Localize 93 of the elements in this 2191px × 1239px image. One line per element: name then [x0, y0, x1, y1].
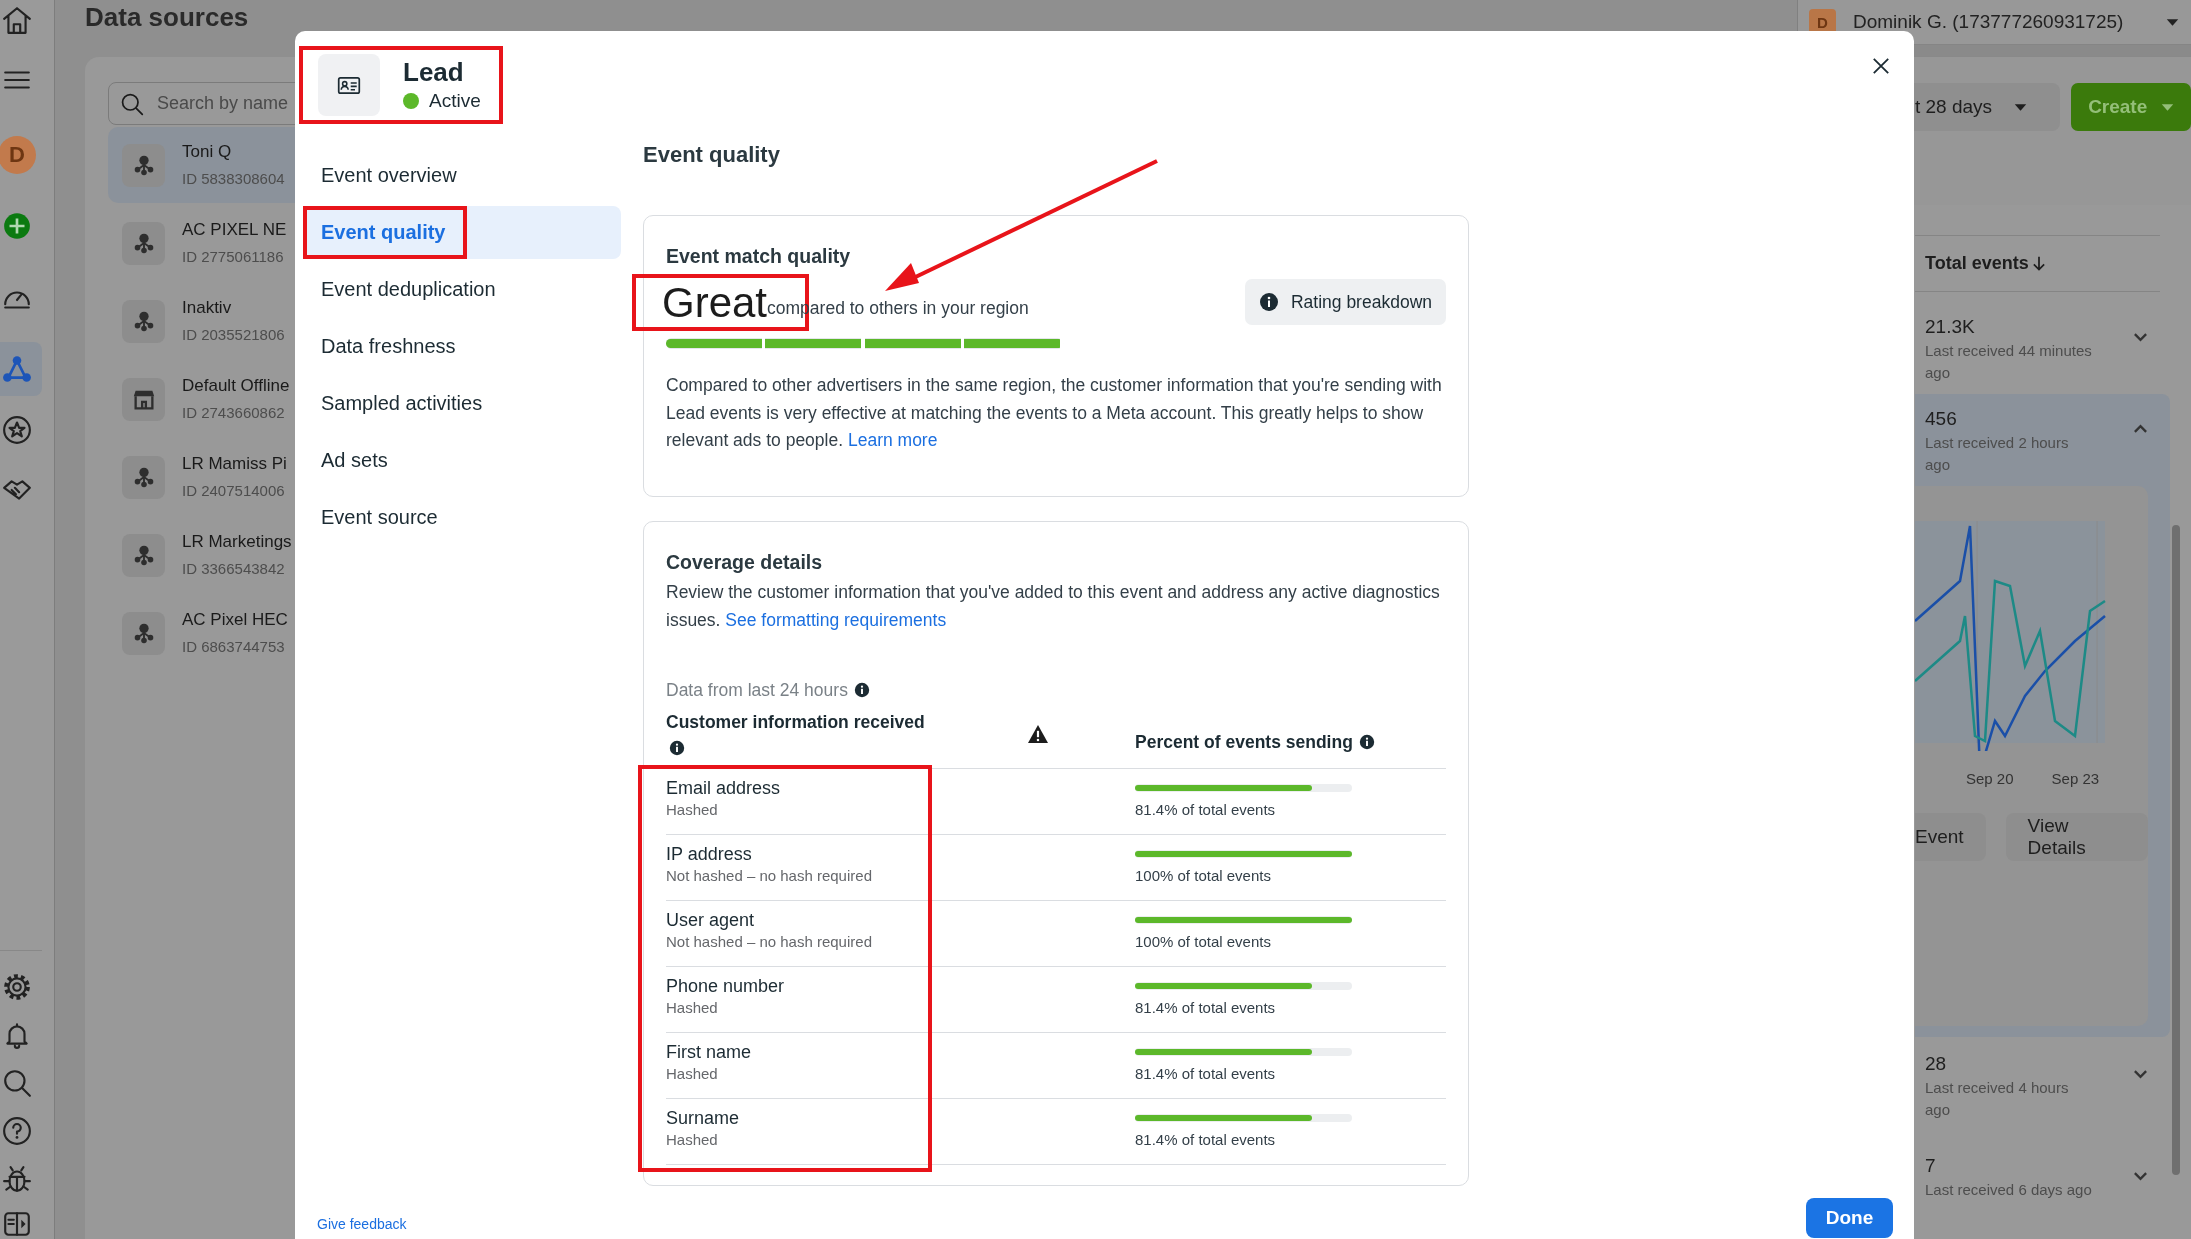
percent-reading: 81.4% of total events	[1135, 1063, 1277, 1084]
chevron-down-icon[interactable]	[2133, 332, 2148, 342]
hashing-status: Hashed	[666, 1063, 719, 1084]
bug-icon[interactable]	[2, 1164, 32, 1194]
help-icon[interactable]	[2, 1116, 32, 1146]
chevron-up-icon[interactable]	[2133, 424, 2148, 434]
done-button[interactable]: Done	[1806, 1197, 1893, 1238]
event-count: 7	[1925, 1154, 1937, 1178]
field-name: User agent	[666, 908, 756, 932]
caret-icon[interactable]	[2166, 17, 2179, 27]
account-name[interactable]: Dominik G. (173777260931725)	[1853, 11, 2124, 33]
field-name: Email address	[666, 776, 782, 800]
section-title: Event quality	[643, 141, 781, 169]
hashing-status: Hashed	[666, 799, 719, 820]
nav-item[interactable]: Sampled activities	[303, 377, 621, 430]
event-title: Lead	[403, 56, 465, 88]
info-icon[interactable]	[1358, 733, 1375, 750]
sort-arrow-icon[interactable]	[2032, 255, 2045, 272]
percent-reading: 81.4% of total events	[1135, 1129, 1277, 1150]
add-icon[interactable]	[2, 211, 32, 241]
last-received: Last received 6 days ago	[1925, 1180, 2093, 1200]
nav-item[interactable]: Event quality	[303, 206, 621, 259]
card-heading: Event match quality	[666, 244, 852, 269]
source-id: ID 3366543842	[182, 559, 286, 579]
percent-reading: 81.4% of total events	[1135, 799, 1277, 820]
hashing-status: Not hashed – no hash required	[666, 865, 873, 886]
last-received: Last received 44 minutes ago	[1925, 341, 2093, 383]
description: Compared to other advertisers in the same region, the customer information that you're sending with Lead events is very effective at matching the events to a Meta account. This greatly helps to show relevant ads to people. Learn more	[666, 374, 1443, 452]
source-name: LR Mamiss Pi	[182, 453, 287, 475]
chevron-down-icon[interactable]	[2133, 1069, 2148, 1079]
source-name: Toni Q	[182, 141, 233, 163]
search-icon	[120, 92, 144, 116]
last-received: Last received 4 hours ago	[1925, 1078, 2070, 1120]
formatting-requirements-link[interactable]: See formatting requirements	[725, 609, 947, 630]
search-icon[interactable]	[2, 1068, 32, 1098]
caret-icon	[2014, 102, 2028, 112]
sidebar-icon[interactable]	[2, 1209, 32, 1239]
column-header: Percent of events sending	[1135, 730, 1353, 754]
event-count: 456	[1925, 407, 1958, 431]
event-count: 21.3K	[1925, 315, 1976, 339]
close-icon[interactable]	[1872, 57, 1890, 75]
card-button[interactable]: View Details	[2005, 813, 2148, 861]
status-label: Active	[429, 89, 481, 113]
card-heading: Coverage details	[666, 549, 824, 575]
feedback-link[interactable]: Give feedback	[317, 1215, 407, 1232]
caret-icon	[2161, 102, 2175, 112]
percent-reading: 81.4% of total events	[1135, 997, 1277, 1018]
axis-label: Sep 20	[1966, 769, 2014, 789]
column-header: Customer information received	[666, 710, 926, 734]
settings-icon[interactable]	[2, 972, 32, 1002]
percent-reading: 100% of total events	[1135, 931, 1272, 952]
last-received: Last received 2 hours ago	[1925, 433, 2070, 475]
id-card-icon	[337, 75, 361, 95]
info-icon	[1258, 292, 1279, 312]
field-name: First name	[666, 1040, 753, 1064]
event-count: 28	[1925, 1052, 1948, 1076]
hashing-status: Hashed	[666, 1129, 719, 1150]
info-icon[interactable]	[669, 739, 685, 756]
page-title: Data sources	[85, 1, 250, 34]
scrollbar-thumb[interactable]	[2172, 525, 2180, 1175]
nav-item[interactable]: Event source	[303, 491, 621, 544]
warning-icon	[1027, 723, 1049, 744]
info-icon[interactable]	[853, 681, 870, 698]
source-name: LR Marketings	[182, 531, 292, 553]
field-name: IP address	[666, 842, 753, 866]
source-name: Inaktiv	[182, 297, 233, 319]
source-item[interactable]: AC Pixel HEC ID 6863744753	[108, 595, 338, 671]
card-button[interactable]: Event	[1915, 813, 1986, 861]
home-icon[interactable]	[2, 5, 32, 35]
source-id: ID 5838308604	[182, 169, 285, 189]
axis-label: Sep 23	[2051, 769, 2100, 789]
source-name: Default Offline	[182, 375, 290, 397]
source-name: AC Pixel HEC	[182, 609, 288, 631]
field-name: Phone number	[666, 974, 786, 998]
source-id: ID 2743660862	[182, 403, 286, 423]
source-id: ID 2407514006	[182, 481, 286, 501]
hashing-status: Not hashed – no hash required	[666, 931, 873, 952]
percent-reading: 100% of total events	[1135, 865, 1272, 886]
hashing-status: Hashed	[666, 997, 719, 1018]
column-heading[interactable]: Total events	[1925, 253, 2029, 274]
source-id: ID 2035521806	[182, 325, 285, 345]
nav-item[interactable]: Data freshness	[303, 320, 621, 373]
source-id: ID 6863744753	[182, 637, 286, 657]
source-id: ID 2775061186	[182, 247, 285, 267]
description: Review the customer information that you've added to this event and address any active diagnostics issues. See formatting requirements	[666, 580, 1441, 632]
chevron-down-icon[interactable]	[2133, 1171, 2148, 1181]
nav-item[interactable]: Ad sets	[303, 434, 621, 487]
learn-more-link[interactable]: Learn more	[847, 430, 938, 450]
rating-breakdown-button[interactable]: Rating breakdown	[1244, 279, 1446, 325]
nav-item[interactable]: Event deduplication	[303, 263, 621, 316]
data-note: Data from last 24 hours	[666, 678, 848, 702]
field-name: Surname	[666, 1106, 741, 1130]
source-name: AC PIXEL NE	[182, 219, 287, 241]
